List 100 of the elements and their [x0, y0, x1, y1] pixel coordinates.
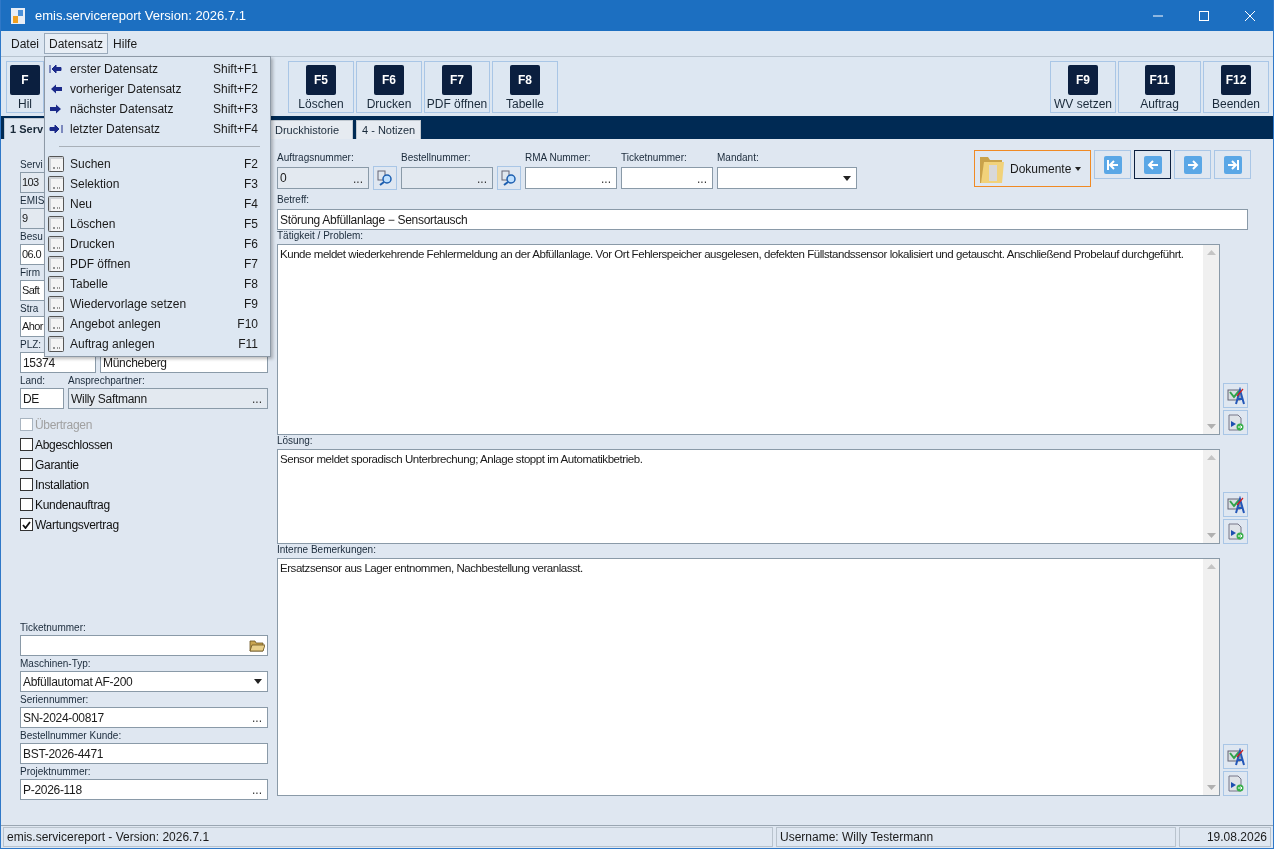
text-format-icon: [1226, 495, 1245, 514]
record-nav-button[interactable]: [1134, 150, 1171, 179]
close-icon: [1245, 10, 1255, 21]
menu-item[interactable]: vorheriger Datensatz Shift+F2: [45, 79, 270, 99]
search-button[interactable]: [373, 166, 397, 190]
key-icon: [48, 176, 64, 192]
menu-item[interactable]: erster Datensatz Shift+F1: [45, 59, 270, 79]
play-document-icon: [1226, 522, 1245, 541]
caret-icon: [843, 175, 851, 181]
ellipsis-button[interactable]: ...: [247, 708, 267, 727]
function-key-button[interactable]: F11 Auftrag: [1118, 60, 1201, 113]
input-field[interactable]: Störung Abfüllanlage − Sensortausch: [277, 209, 1248, 230]
key-icon: [48, 276, 64, 292]
field-label: Bestellnummer Kunde:: [20, 730, 122, 742]
scrollbar[interactable]: [1203, 450, 1219, 543]
menu-item[interactable]: PDF öffnen F7: [45, 254, 270, 274]
status-text: emis.servicereport - Version: 2026.7.1: [3, 827, 773, 847]
arrow-to-bar-icon: [49, 63, 63, 75]
input-field[interactable]: 0 ...: [277, 167, 369, 189]
text-area[interactable]: Ersatzsensor aus Lager entnommen, Nachbestellung veranlasst.: [277, 558, 1220, 796]
field-label: Lösung:: [277, 435, 313, 447]
menu-item[interactable]: Suchen F2: [45, 154, 270, 174]
folder-icon: [249, 639, 265, 652]
checkbox[interactable]: Installation: [20, 477, 277, 492]
menu-item[interactable]: Datei: [6, 33, 44, 54]
play-document-icon: [1226, 774, 1245, 793]
format-button[interactable]: [1223, 383, 1248, 408]
function-key-button[interactable]: F7 PDF öffnen: [424, 60, 490, 113]
menu-item[interactable]: nächster Datensatz Shift+F3: [45, 99, 270, 119]
scroll-up-icon: [1206, 455, 1216, 460]
menu-item[interactable]: Tabelle F8: [45, 274, 270, 294]
scroll-down-icon: [1206, 533, 1216, 538]
tab[interactable]: 4 - Notizen: [356, 120, 422, 139]
play-document-icon: [1226, 413, 1245, 432]
key-icon: [48, 156, 64, 172]
menu-item[interactable]: Datensatz: [44, 33, 109, 54]
menu-item[interactable]: Selektion F3: [45, 174, 270, 194]
ellipsis-button[interactable]: ...: [348, 168, 368, 188]
ellipsis-button[interactable]: ...: [692, 168, 712, 188]
input-field[interactable]: ...: [525, 167, 617, 189]
maximize-icon: [1199, 10, 1209, 21]
field-label: Auftragsnummer:: [277, 152, 354, 164]
input-field[interactable]: Willy Saftmann ...: [68, 388, 268, 409]
insert-button[interactable]: [1223, 519, 1248, 544]
key-icon: [48, 236, 64, 252]
field-label: Seriennummer:: [20, 694, 89, 706]
input-field[interactable]: SN-2024-00817 ...: [20, 707, 268, 728]
input-field[interactable]: ...: [621, 167, 713, 189]
text-area[interactable]: Kunde meldet wiederkehrende Fehlermeldung an der Abfüllanlage. Vor Ort Fehlerspeicher ausgelesen, defekten Füllstandssensor lokalisiert und getauscht. Anschließend Probelauf durchgeführt.: [277, 244, 1220, 435]
menu-item[interactable]: Angebot anlegen F10: [45, 314, 270, 334]
field-label: Servi: [20, 159, 43, 171]
arrow-icon: [1223, 155, 1242, 174]
tab[interactable]: Druckhistorie: [269, 120, 353, 139]
ellipsis-button[interactable]: ...: [247, 780, 267, 799]
menu-item[interactable]: Neu F4: [45, 194, 270, 214]
key-icon: [48, 296, 64, 312]
insert-button[interactable]: [1223, 410, 1248, 435]
input-field[interactable]: P-2026-118 ...: [20, 779, 268, 800]
checkbox[interactable]: Kundenauftrag: [20, 497, 277, 512]
field-label: Ticketnummer:: [20, 622, 86, 634]
format-button[interactable]: [1223, 744, 1248, 769]
input-field[interactable]: ...: [401, 167, 493, 189]
function-key-button[interactable]: F5 Löschen: [288, 60, 354, 113]
documents-button[interactable]: Dokumente: [974, 150, 1091, 187]
key-icon: [48, 336, 64, 352]
format-button[interactable]: [1223, 492, 1248, 517]
input-field[interactable]: BST-2026-4471: [20, 743, 268, 764]
text-format-icon: [1226, 747, 1245, 766]
checkbox[interactable]: Wartungsvertrag: [20, 517, 277, 532]
field-label: RMA Nummer:: [525, 152, 591, 164]
menu-item[interactable]: Drucken F6: [45, 234, 270, 254]
scroll-down-icon: [1206, 424, 1216, 429]
menu-item[interactable]: Wiedervorlage setzen F9: [45, 294, 270, 314]
ellipsis-button[interactable]: ...: [472, 168, 492, 188]
ellipsis-button[interactable]: ...: [596, 168, 616, 188]
search-icon: [501, 170, 517, 186]
insert-button[interactable]: [1223, 771, 1248, 796]
arrow-to-bar-icon: [49, 123, 63, 135]
function-key-button[interactable]: F6 Drucken: [356, 60, 422, 113]
text-area[interactable]: Sensor meldet sporadisch Unterbrechung; Anlage stoppt im Automatikbetrieb.: [277, 449, 1220, 544]
menu-item[interactable]: Hilfe: [108, 33, 143, 54]
function-key-button[interactable]: F8 Tabelle: [492, 60, 558, 113]
function-key-button[interactable]: F Hil: [6, 60, 44, 113]
checkbox[interactable]: Garantie: [20, 457, 277, 472]
checkbox[interactable]: Abgeschlossen: [20, 437, 277, 452]
search-button[interactable]: [497, 166, 521, 190]
input-field[interactable]: [20, 635, 268, 656]
ellipsis-button[interactable]: ...: [247, 389, 267, 408]
menu-item[interactable]: Löschen F5: [45, 214, 270, 234]
function-key-button[interactable]: F12 Beenden: [1203, 60, 1269, 113]
scrollbar[interactable]: [1203, 559, 1219, 795]
scrollbar[interactable]: [1203, 245, 1219, 434]
field-label: Betreff:: [277, 194, 310, 206]
menu-item[interactable]: Auftrag anlegen F11: [45, 334, 270, 354]
menu-item[interactable]: letzter Datensatz Shift+F4: [45, 119, 270, 139]
status-text: Username: Willy Testermann: [776, 827, 1176, 847]
dropdown-field[interactable]: Abfüllautomat AF-200: [20, 671, 268, 692]
dropdown-field[interactable]: [717, 167, 857, 189]
input-field[interactable]: DE: [20, 388, 64, 409]
function-key-button[interactable]: F9 WV setzen: [1050, 60, 1116, 113]
